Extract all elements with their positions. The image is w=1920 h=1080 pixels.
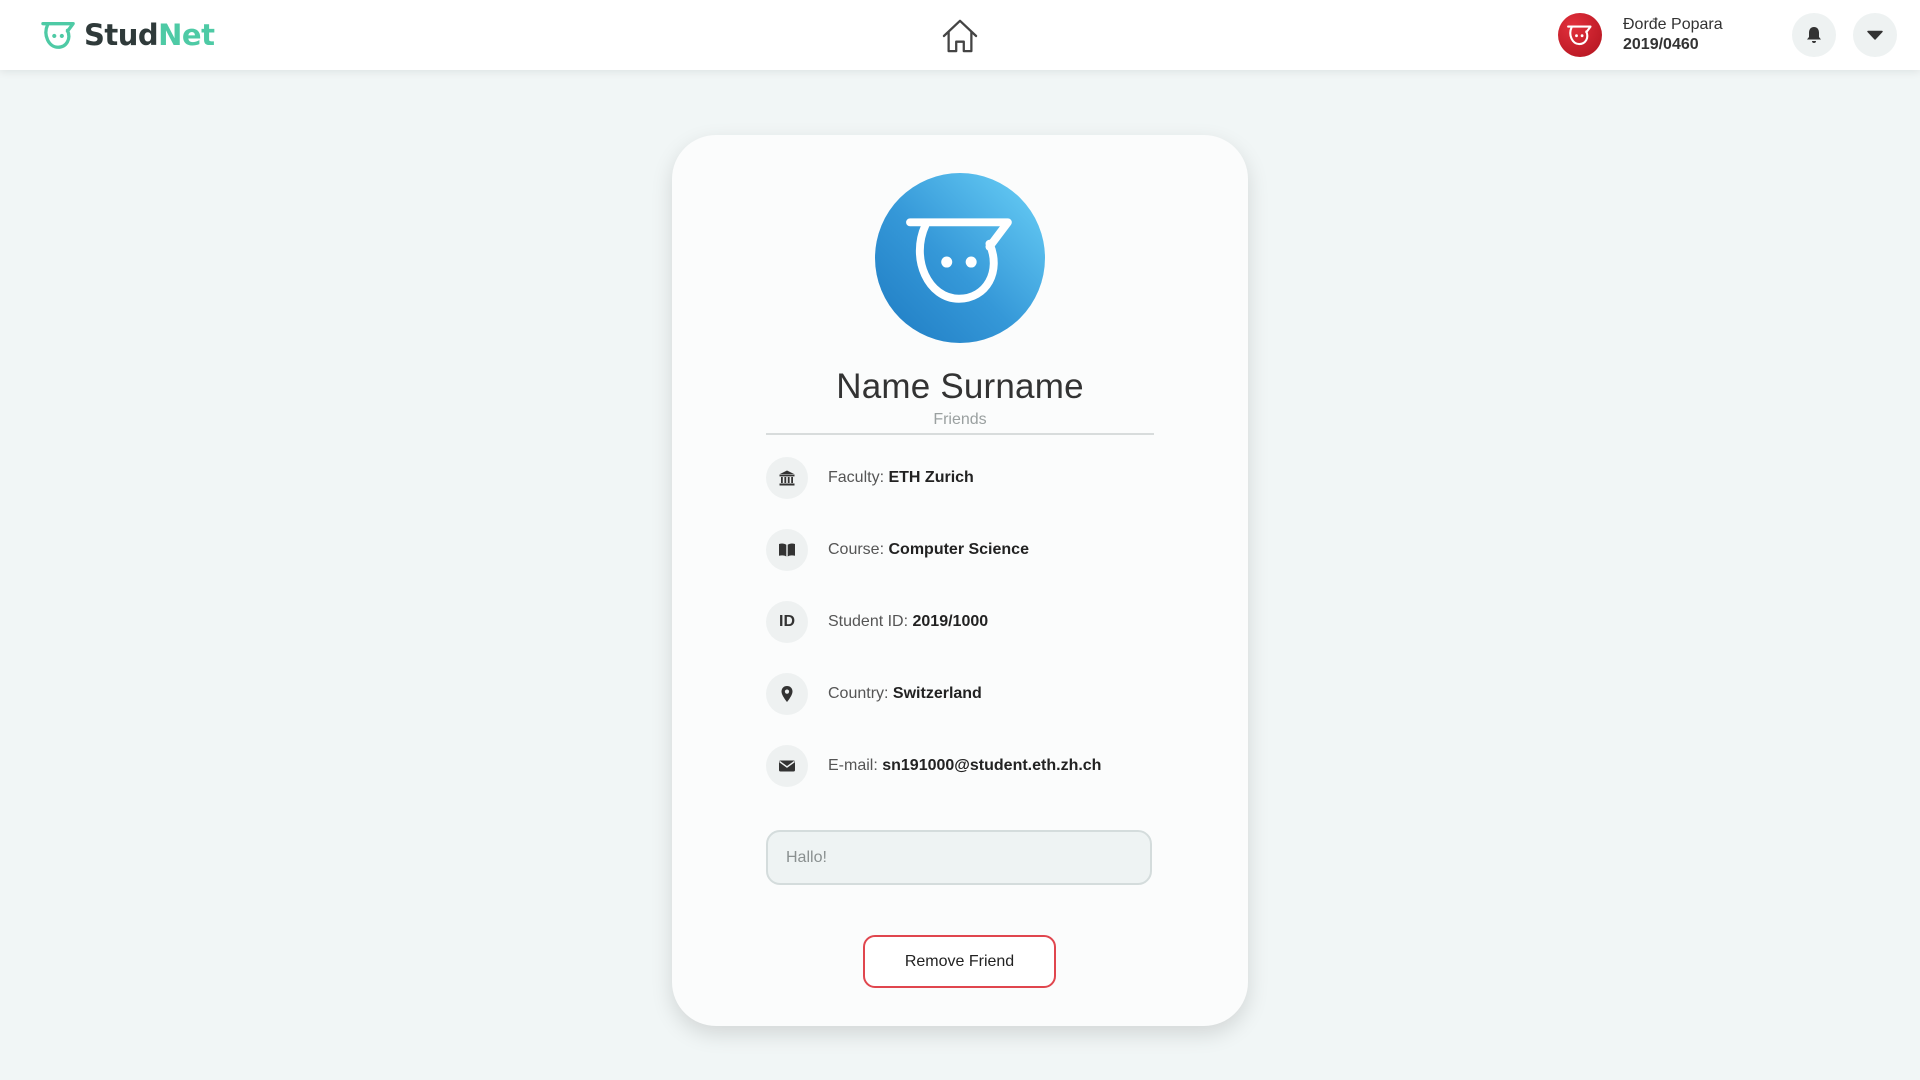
info-row-email: E-mail: sn191000@student.eth.zh.ch — [766, 745, 1186, 787]
user-name: Đorđe Popara — [1623, 16, 1723, 33]
info-row-course: Course: Computer Science — [766, 529, 1186, 571]
id-icon: ID — [766, 601, 808, 643]
user-avatar — [1558, 13, 1602, 57]
home-icon — [942, 19, 978, 53]
location-pin-icon — [766, 673, 808, 715]
book-icon — [766, 529, 808, 571]
dropdown-menu-button[interactable] — [1853, 13, 1897, 57]
message-input[interactable] — [766, 830, 1152, 885]
divider — [766, 433, 1154, 435]
top-navbar: StudNet Đorđe Popara 2019/0460 — [0, 0, 1920, 70]
friendship-status: Friends — [933, 411, 987, 428]
user-info: Đorđe Popara 2019/0460 — [1623, 15, 1723, 55]
profile-avatar — [875, 173, 1045, 343]
info-student-id: Student ID: 2019/1000 — [828, 613, 989, 630]
info-faculty: Faculty: ETH Zurich — [828, 469, 974, 486]
home-button[interactable] — [940, 16, 980, 56]
studnet-logo[interactable]: StudNet — [40, 16, 215, 54]
info-row-country: Country: Switzerland — [766, 673, 1186, 715]
user-avatar-icon — [1567, 25, 1592, 46]
user-profile-menu[interactable]: Đorđe Popara 2019/0460 — [1558, 13, 1723, 57]
info-course: Course: Computer Science — [828, 541, 1029, 558]
studnet-logo-icon — [41, 22, 75, 49]
notifications-button[interactable] — [1792, 13, 1836, 57]
info-email: E-mail: sn191000@student.eth.zh.ch — [828, 757, 1102, 774]
envelope-icon — [766, 745, 808, 787]
info-country: Country: Switzerland — [828, 685, 982, 702]
studnet-mascot-icon — [906, 218, 1012, 303]
logo-text: StudNet — [84, 18, 215, 52]
info-row-faculty: Faculty: ETH Zurich — [766, 457, 1186, 499]
info-row-student-id: ID Student ID: 2019/1000 — [766, 601, 1186, 643]
bank-icon — [766, 457, 808, 499]
user-id: 2019/0460 — [1623, 36, 1699, 53]
bell-icon — [1807, 27, 1821, 43]
profile-name: Name Surname — [836, 367, 1084, 406]
profile-card: Name Surname Friends Faculty: ETH Zurich — [672, 135, 1248, 1026]
remove-friend-button[interactable]: Remove Friend — [863, 935, 1056, 988]
caret-down-icon — [1867, 30, 1883, 40]
